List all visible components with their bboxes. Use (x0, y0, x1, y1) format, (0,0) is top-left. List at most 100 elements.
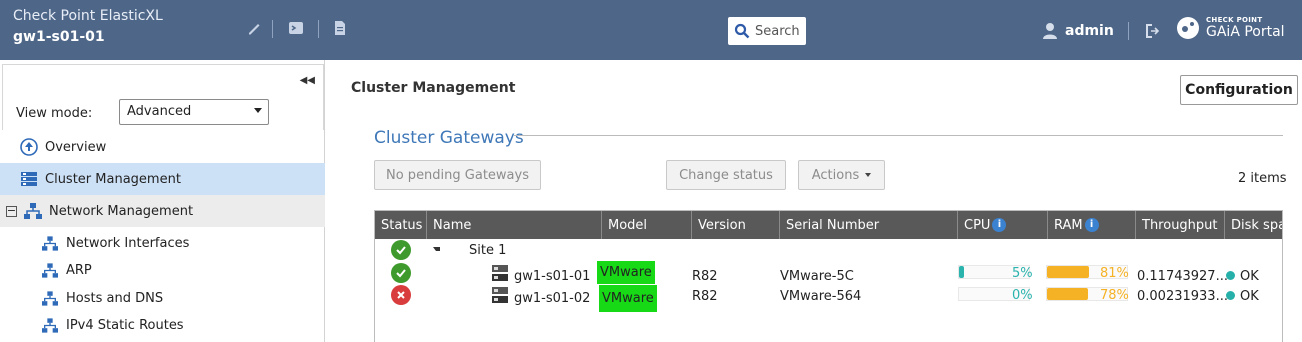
edit-icon[interactable] (246, 20, 262, 36)
document-icon[interactable] (332, 20, 348, 36)
info-icon[interactable]: i (1084, 218, 1099, 232)
gateway-icon (492, 287, 508, 303)
item-count: 2 items (1238, 171, 1287, 186)
sidebar-item-label: Network Management (49, 203, 194, 219)
status-ok-icon (391, 263, 411, 283)
network-icon (42, 291, 58, 306)
column-header-model[interactable]: Model (602, 211, 692, 239)
site-name: Site 1 (469, 243, 507, 258)
column-header-cpu[interactable]: CPU i (958, 211, 1048, 239)
toolbar-divider (318, 20, 319, 38)
sidebar-item-label: Cluster Management (45, 171, 181, 187)
overview-icon (20, 138, 38, 156)
cluster-icon (21, 172, 37, 186)
cpu-header-label: CPU (964, 217, 991, 233)
checkpoint-logo-icon (1177, 17, 1199, 39)
search-button[interactable]: Search (728, 17, 806, 45)
section-divider (514, 135, 1283, 136)
sidebar-item-network-management[interactable]: − Network Management (0, 195, 325, 227)
toolbar-divider (272, 20, 273, 38)
gaia-portal-logo: CHECK POINT GAiA Portal (1176, 16, 1285, 40)
collapse-tree-icon[interactable]: − (6, 205, 17, 217)
disk-ok-icon (1226, 271, 1235, 280)
terminal-icon[interactable] (288, 20, 304, 36)
header-divider (1127, 22, 1129, 40)
actions-label: Actions (811, 167, 860, 183)
column-header-ram[interactable]: RAM i (1048, 211, 1136, 239)
throughput-cell: 0.00231933... (1137, 289, 1228, 304)
ram-header-label: RAM (1054, 217, 1083, 233)
disk-status: OK (1240, 269, 1259, 284)
sidebar-item-cluster-management[interactable]: Cluster Management (0, 163, 325, 195)
column-header-disk[interactable]: Disk spa (1225, 211, 1282, 239)
change-status-button[interactable]: Change status (666, 160, 786, 190)
sidebar-subitem-hosts-dns[interactable]: Hosts and DNS (42, 291, 163, 306)
portal-name: GAiA Portal (1206, 24, 1285, 40)
chevron-down-icon (254, 108, 262, 113)
top-bar: Check Point ElasticXL gw1-s01-01 Search … (0, 0, 1302, 60)
logout-icon[interactable] (1143, 22, 1161, 40)
sidebar-item-label: Network Interfaces (66, 236, 190, 251)
sidebar-item-label: Hosts and DNS (66, 291, 164, 306)
sidebar-subitem-arp[interactable]: ARP (42, 263, 92, 278)
column-header-status[interactable]: Status (375, 211, 427, 239)
sidebar-subitem-network-interfaces[interactable]: Network Interfaces (42, 236, 189, 251)
user-icon (1043, 23, 1057, 39)
view-mode-label: View mode: (16, 106, 93, 121)
disk-cell: OK (1226, 269, 1259, 284)
ram-bar-fill (1047, 266, 1089, 278)
sidebar-item-label: IPv4 Static Routes (66, 318, 184, 333)
disk-cell: OK (1226, 289, 1259, 304)
serial-cell: VMware-564 (780, 289, 862, 304)
user-menu[interactable]: admin (1041, 22, 1161, 40)
status-ok-icon (391, 240, 411, 260)
search-label: Search (755, 23, 800, 39)
ram-percent: 81% (1100, 266, 1129, 281)
page-title: Cluster Management (351, 80, 516, 96)
gateway-name[interactable]: gw1-s01-02 (514, 291, 590, 306)
network-icon (24, 203, 42, 219)
brand: Check Point ElasticXL gw1-s01-01 (13, 8, 163, 45)
expand-triangle-icon[interactable] (433, 247, 440, 251)
user-name: admin (1065, 23, 1114, 39)
search-icon (734, 23, 750, 39)
gateway-icon (492, 265, 508, 281)
column-header-serial[interactable]: Serial Number (780, 211, 958, 239)
cpu-percent: 0% (1012, 288, 1033, 303)
network-icon (42, 318, 58, 333)
column-header-version[interactable]: Version (692, 211, 780, 239)
sidebar-subitem-ipv4-static-routes[interactable]: IPv4 Static Routes (42, 318, 184, 333)
cpu-bar-fill (959, 266, 964, 278)
view-mode-select[interactable]: Advanced (119, 99, 269, 125)
status-error-icon (391, 285, 411, 305)
configuration-button[interactable]: Configuration (1180, 75, 1298, 105)
section-title: Cluster Gateways (374, 128, 524, 148)
column-header-throughput[interactable]: Throughput (1136, 211, 1225, 239)
host-name: gw1-s01-01 (13, 29, 105, 45)
column-header-name[interactable]: Name (427, 211, 602, 239)
view-mode-value: Advanced (127, 104, 192, 119)
version-cell: R82 (692, 269, 718, 284)
network-icon (42, 263, 58, 278)
pending-gateways-button[interactable]: No pending Gateways (374, 160, 541, 190)
ram-bar-fill (1047, 288, 1088, 300)
serial-cell: VMware-5C (780, 269, 854, 284)
sidebar-item-overview[interactable]: Overview (0, 131, 325, 163)
ram-percent: 78% (1100, 288, 1129, 303)
cpu-percent: 5% (1012, 266, 1033, 281)
disk-status: OK (1240, 289, 1259, 304)
version-cell: R82 (692, 289, 718, 304)
portal-vendor: CHECK POINT (1206, 16, 1263, 24)
gateways-table: Status Name Model Version Serial Number … (374, 210, 1283, 342)
gateway-name[interactable]: gw1-s01-01 (514, 269, 590, 284)
actions-button[interactable]: Actions (798, 160, 885, 190)
collapse-sidebar-icon[interactable]: ◀◀ (300, 75, 315, 86)
network-icon (42, 236, 58, 251)
sidebar-item-label: ARP (66, 263, 92, 278)
throughput-cell: 0.11743927... (1137, 269, 1228, 284)
model-cell: VMware (599, 285, 657, 312)
table-header: Status Name Model Version Serial Number … (375, 211, 1282, 239)
info-icon[interactable]: i (992, 218, 1007, 232)
sidebar-item-label: Overview (45, 139, 107, 155)
caret-down-icon (865, 173, 872, 177)
